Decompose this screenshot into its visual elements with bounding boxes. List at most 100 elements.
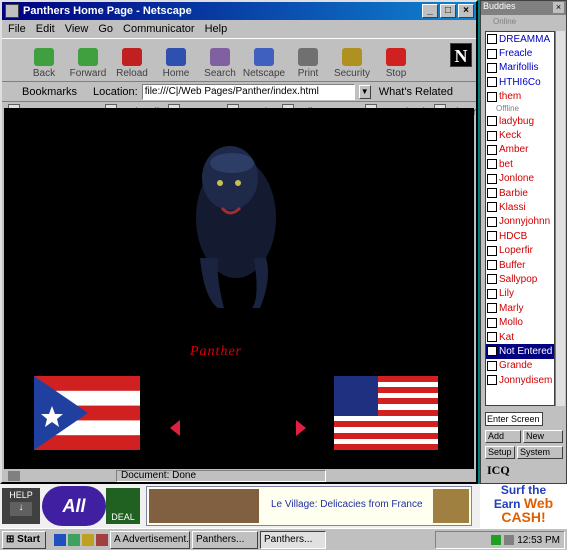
start-button[interactable]: ⊞ Start — [2, 530, 46, 549]
menu-go[interactable]: Go — [98, 23, 113, 35]
url-input[interactable]: file:///C|/Web Pages/Panther/index.html — [141, 83, 355, 100]
print-button[interactable]: Print — [286, 48, 330, 79]
surf-web-ad[interactable]: Surf the Earn Web CASH! — [480, 484, 567, 528]
buddy-item[interactable]: Jonlone — [486, 172, 554, 186]
buddy-item[interactable]: Loperfir — [486, 243, 554, 257]
buddy-item[interactable]: Marifollis — [486, 61, 554, 75]
buddy-item[interactable]: HTHI6Co — [486, 75, 554, 89]
down-arrow-icon: ↓ — [10, 502, 32, 516]
page-graphics — [34, 146, 438, 450]
close-icon[interactable]: × — [553, 2, 564, 13]
buddy-item[interactable]: Jonnyjohnn — [486, 215, 554, 229]
buddy-item[interactable]: Keck — [486, 128, 554, 142]
menu-help[interactable]: Help — [205, 23, 228, 35]
back-button[interactable]: Back — [22, 48, 66, 79]
netscape-button[interactable]: Netscape — [242, 48, 286, 79]
all-button[interactable]: All — [42, 486, 106, 526]
network-icon[interactable] — [491, 535, 502, 545]
channels-icon[interactable] — [96, 533, 108, 546]
whats-related-button[interactable]: What's Related — [375, 86, 453, 98]
close-button[interactable]: × — [458, 4, 474, 18]
buddy-item[interactable]: Marly — [486, 301, 554, 315]
desktop-icon[interactable] — [68, 533, 80, 546]
menu-file[interactable]: File — [8, 23, 26, 35]
buddy-item[interactable]: HDCB — [486, 229, 554, 243]
buddy-item[interactable]: Mollo — [486, 315, 554, 329]
reload-button[interactable]: Reload — [110, 48, 154, 79]
ie-icon[interactable] — [54, 533, 66, 546]
menu-view[interactable]: View — [65, 23, 89, 35]
clock[interactable]: 12:53 PM — [517, 535, 560, 546]
setup-button[interactable]: Setup — [485, 446, 515, 459]
print-icon — [298, 48, 318, 66]
back-icon — [34, 48, 54, 66]
buddy-item[interactable]: ladybug — [486, 114, 554, 128]
next-arrow-icon[interactable] — [296, 420, 306, 436]
help-button[interactable]: HELP ↓ — [2, 488, 40, 524]
status-text: Document: Done — [116, 470, 326, 482]
buddy-item[interactable]: Jonnydisem — [486, 373, 554, 387]
buddy-item[interactable]: Kat — [486, 330, 554, 344]
page-content: Panther — [4, 108, 474, 469]
buddy-item[interactable]: Buffer — [486, 258, 554, 272]
buddy-item[interactable]: Freacle — [486, 46, 554, 60]
buddy-item[interactable]: bet — [486, 157, 554, 171]
ad-text: Le Village: Delicacies from France — [271, 499, 423, 510]
advertisement[interactable]: Le Village: Delicacies from France — [146, 486, 472, 526]
buddy-item[interactable]: DREAMMA — [486, 32, 554, 46]
home-icon — [166, 48, 186, 66]
volume-icon[interactable] — [504, 535, 515, 545]
buddy-item[interactable]: Amber — [486, 143, 554, 157]
home-button[interactable]: Home — [154, 48, 198, 79]
buddy-item[interactable]: Lily — [486, 287, 554, 301]
group-offline[interactable]: Offline — [486, 104, 554, 114]
buddy-item[interactable]: Grande — [486, 359, 554, 373]
deal-button[interactable]: DEAL — [106, 488, 140, 524]
bookmarks-button[interactable]: Bookmarks — [8, 86, 77, 98]
ad-banner: HELP ↓ All DEAL Le Village: Delicacies f… — [0, 484, 567, 528]
forward-button[interactable]: Forward — [66, 48, 110, 79]
menu-edit[interactable]: Edit — [36, 23, 55, 35]
puerto-rico-flag — [34, 376, 140, 450]
task-panthers-2[interactable]: Panthers... — [260, 530, 326, 549]
add-button[interactable]: Add — [485, 430, 521, 443]
url-dropdown-button[interactable]: ▼ — [358, 84, 371, 99]
navigation-toolbar: Back Forward Reload Home Search Netscape… — [2, 38, 476, 82]
buddy-item[interactable]: Barbie — [486, 186, 554, 200]
group-online[interactable]: Online — [483, 17, 516, 27]
buddy-item-selected[interactable]: Not Entered — [486, 344, 554, 359]
new-button[interactable]: New — [523, 430, 563, 443]
icq-logo: ICQ — [487, 463, 510, 477]
panther-image — [196, 146, 276, 308]
menu-bar: File Edit View Go Communicator Help — [2, 20, 476, 38]
outlook-icon[interactable] — [82, 533, 94, 546]
stop-button[interactable]: Stop — [374, 48, 418, 79]
system-button[interactable]: System — [517, 446, 563, 459]
buddy-item[interactable]: Klassi — [486, 200, 554, 214]
minimize-button[interactable]: _ — [422, 4, 438, 18]
title-bar[interactable]: Panthers Home Page - Netscape _ □ × — [2, 2, 476, 20]
window-title: Panthers Home Page - Netscape — [23, 5, 192, 17]
task-advertisement[interactable]: A Advertisement... — [110, 530, 190, 549]
task-panthers-1[interactable]: Panthers... — [192, 530, 258, 549]
buddy-item[interactable]: them — [486, 90, 554, 104]
buddy-list-scrollbar[interactable] — [555, 31, 565, 406]
buddy-panel-title[interactable]: Buddies × — [481, 1, 566, 15]
netscape-logo[interactable]: N — [450, 43, 472, 67]
panther-title: Panther — [190, 344, 243, 359]
buddy-item[interactable]: Sallypop — [486, 272, 554, 286]
previous-arrow-icon[interactable] — [170, 420, 180, 436]
status-icon — [8, 471, 20, 481]
stop-icon — [386, 48, 406, 66]
enter-screen-name-input[interactable]: Enter Screen — [485, 412, 543, 426]
search-button[interactable]: Search — [198, 48, 242, 79]
buddy-panel: Buddies × Online DREAMMA Freacle Marifol… — [480, 0, 567, 484]
security-button[interactable]: Security — [330, 48, 374, 79]
maximize-button[interactable]: □ — [440, 4, 456, 18]
buddy-list: DREAMMA Freacle Marifollis HTHI6Co them … — [485, 31, 555, 406]
search-icon — [210, 48, 230, 66]
status-bar: Document: Done — [4, 469, 474, 483]
usa-flag — [334, 376, 438, 450]
forward-icon — [78, 48, 98, 66]
menu-communicator[interactable]: Communicator — [123, 23, 195, 35]
